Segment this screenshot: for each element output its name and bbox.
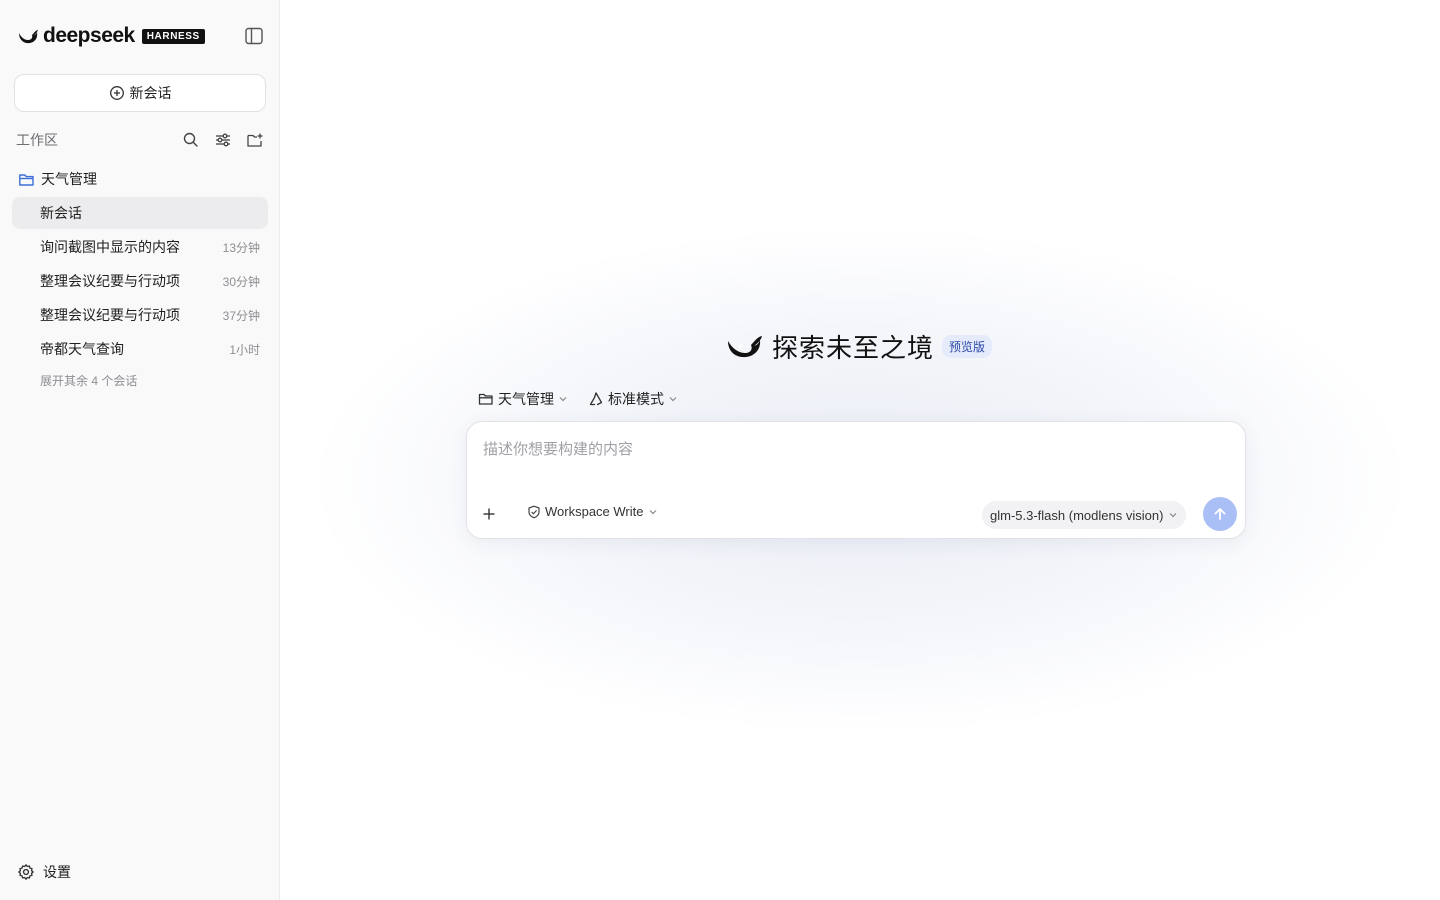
conversation-time: 30分钟 xyxy=(222,274,260,289)
chevron-down-icon xyxy=(1169,513,1177,518)
workspace-actions xyxy=(180,129,266,151)
plus-circle-icon xyxy=(109,86,124,100)
whale-logo-icon xyxy=(19,30,38,44)
conversation-item[interactable]: 新会话 xyxy=(12,197,268,229)
shield-check-icon xyxy=(528,505,540,518)
project-selector[interactable]: 天气管理 xyxy=(478,388,568,410)
new-chat-label: 新会话 xyxy=(129,85,172,101)
project-label: 天气管理 xyxy=(41,171,97,187)
prompt-input[interactable] xyxy=(483,436,1223,462)
preview-badge: 预览版 xyxy=(942,334,993,358)
permission-selector[interactable]: Workspace Write xyxy=(527,504,658,519)
conversation-time: 13分钟 xyxy=(222,240,260,255)
chevron-down-icon xyxy=(559,397,567,402)
sidebar-toggle-button[interactable] xyxy=(243,25,265,47)
attach-button[interactable] xyxy=(477,502,501,526)
folder-icon xyxy=(478,393,493,405)
conversation-item[interactable]: 整理会议纪要与行动项 37分钟 xyxy=(12,299,268,331)
project-selector-label: 天气管理 xyxy=(498,391,554,407)
conversation-list: 新会话 询问截图中显示的内容 13分钟 整理会议纪要与行动项 30分钟 整理会议… xyxy=(12,197,268,367)
folder-plus-icon xyxy=(247,133,263,147)
hero-title: 探索未至之境 xyxy=(772,332,935,363)
conversation-item[interactable]: 帝都天气查询 1小时 xyxy=(12,333,268,365)
expand-more-conversations-link[interactable]: 展开其余 4 个会话 xyxy=(40,372,137,389)
mode-selector-label: 标准模式 xyxy=(608,391,664,407)
settings-label: 设置 xyxy=(43,864,71,880)
model-label: glm-5.3-flash (modlens vision) xyxy=(990,507,1164,523)
conversation-time: 1小时 xyxy=(229,342,260,357)
model-selector[interactable]: glm-5.3-flash (modlens vision) xyxy=(982,501,1187,529)
filter-button[interactable] xyxy=(212,129,234,151)
gear-icon xyxy=(18,864,34,880)
recycle-icon xyxy=(589,392,603,406)
search-button[interactable] xyxy=(180,129,202,151)
permission-label: Workspace Write xyxy=(545,504,644,519)
conversation-title: 整理会议纪要与行动项 xyxy=(40,307,180,323)
conversation-title: 询问截图中显示的内容 xyxy=(40,239,180,255)
new-folder-button[interactable] xyxy=(244,129,266,151)
composer-box: Workspace Write glm-5.3-flash (modlens v… xyxy=(466,421,1246,539)
conversation-title: 整理会议纪要与行动项 xyxy=(40,273,180,289)
app-root: deepseek HARNESS 新会话 工作区 天气管理 新会话 询问截图中显… xyxy=(0,0,1440,900)
folder-icon xyxy=(19,173,34,186)
chevron-down-icon xyxy=(669,397,677,402)
search-icon xyxy=(183,132,198,147)
plus-icon xyxy=(483,508,495,520)
conversation-item[interactable]: 询问截图中显示的内容 13分钟 xyxy=(12,231,268,263)
chevron-down-icon xyxy=(649,509,656,514)
project-folder-weather[interactable]: 天气管理 xyxy=(18,168,97,190)
send-button[interactable] xyxy=(1203,497,1237,531)
sliders-icon xyxy=(216,133,230,147)
brand-logo[interactable]: deepseek HARNESS xyxy=(16,24,205,48)
brand-badge: HARNESS xyxy=(141,28,205,44)
sidebar-toggle-icon xyxy=(245,27,263,45)
main-area: 探索未至之境 预览版 天气管理 标准模式 描述你想要构建的内容 Workspac… xyxy=(280,0,1440,900)
hero-header: 探索未至之境 预览版 xyxy=(726,326,993,366)
settings-button[interactable]: 设置 xyxy=(17,862,71,882)
conversation-item[interactable]: 整理会议纪要与行动项 30分钟 xyxy=(12,265,268,297)
arrow-up-icon xyxy=(1214,508,1226,520)
sidebar: deepseek HARNESS 新会话 工作区 天气管理 新会话 询问截图中显… xyxy=(0,0,280,900)
mode-selector[interactable]: 标准模式 xyxy=(588,388,678,410)
workspace-header: 工作区 xyxy=(16,128,266,152)
conversation-time: 37分钟 xyxy=(222,308,260,323)
whale-logo-icon xyxy=(728,336,762,358)
new-chat-button[interactable]: 新会话 xyxy=(14,74,266,112)
context-selectors: 天气管理 标准模式 xyxy=(478,388,678,410)
workspace-label: 工作区 xyxy=(16,132,58,148)
conversation-title: 新会话 xyxy=(40,205,82,221)
brand-name: deepseek xyxy=(43,24,135,47)
conversation-title: 帝都天气查询 xyxy=(40,341,124,357)
